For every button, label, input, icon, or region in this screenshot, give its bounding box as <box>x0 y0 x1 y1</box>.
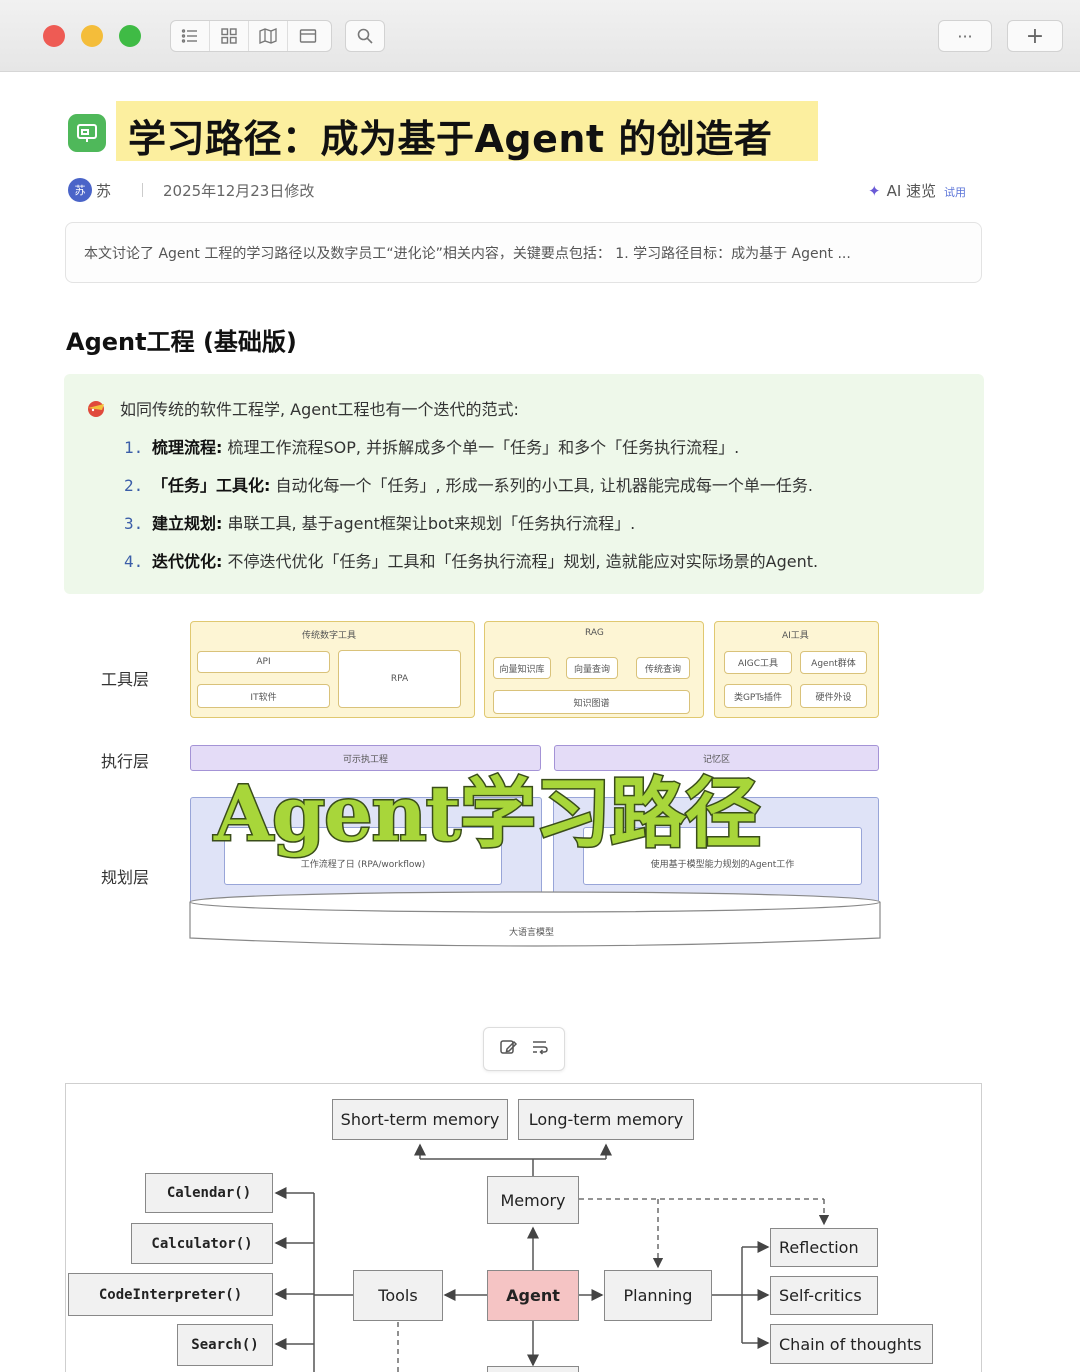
code-interpreter-tool-node: CodeInterpreter() <box>68 1273 273 1316</box>
long-term-memory-node: Long-term memory <box>518 1099 694 1140</box>
search-tool-node: Search() <box>177 1324 273 1366</box>
self-critics-node: Self-critics <box>770 1276 878 1315</box>
agent-output-node <box>487 1366 579 1372</box>
tools-node: Tools <box>353 1270 443 1321</box>
planning-node: Planning <box>604 1270 712 1321</box>
agent-node: Agent <box>487 1270 579 1321</box>
reflection-node: Reflection <box>770 1228 878 1267</box>
chain-of-thoughts-node: Chain of thoughts <box>770 1324 933 1364</box>
calendar-tool-node: Calendar() <box>145 1173 273 1213</box>
short-term-memory-node: Short-term memory <box>332 1099 508 1140</box>
memory-node: Memory <box>487 1176 579 1224</box>
agent-diagram-connectors <box>274 1143 830 1372</box>
calculator-tool-node: Calculator() <box>131 1223 273 1264</box>
